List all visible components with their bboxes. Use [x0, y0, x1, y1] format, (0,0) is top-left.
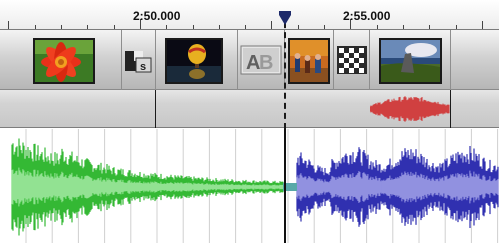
- autumn-thumbnail[interactable]: [288, 38, 330, 84]
- ruler-tick: [298, 25, 299, 29]
- transition-slide-icon[interactable]: s: [124, 48, 152, 74]
- balloon-thumbnail[interactable]: [165, 38, 223, 84]
- ruler-time-label: 2:55.000: [343, 9, 391, 23]
- transition-mosaic-icon[interactable]: [337, 46, 367, 74]
- ruler-tick: [377, 25, 378, 29]
- blue-audio-clip[interactable]: [296, 145, 499, 229]
- ruler-tick: [114, 25, 115, 29]
- ruler-tick: [193, 25, 194, 29]
- clip-separator: [369, 30, 370, 90]
- playhead-line: [284, 12, 286, 129]
- ruler-tick: [245, 25, 246, 29]
- balloon-thumbnail-icon: [167, 40, 221, 82]
- clip-separator: [450, 30, 451, 90]
- playhead-marker-icon[interactable]: [279, 11, 291, 25]
- ruler-tick: [271, 21, 272, 29]
- clip-separator: [155, 30, 156, 90]
- ruler-time-label: 2:50.000: [133, 9, 181, 23]
- transition-ab-icon[interactable]: A B: [240, 44, 282, 76]
- ruler-tick: [324, 25, 325, 29]
- transition-track[interactable]: [0, 90, 499, 128]
- landscape-thumbnail[interactable]: [379, 38, 442, 84]
- ruler-tick: [166, 25, 167, 29]
- ruler-tick: [8, 21, 9, 29]
- transition-audio-waveform[interactable]: [370, 90, 450, 128]
- autumn-thumbnail-icon: [290, 40, 328, 82]
- landscape-thumbnail-icon: [381, 40, 440, 82]
- ruler-tick: [429, 25, 430, 29]
- clip-separator: [237, 30, 238, 90]
- ruler-tick: [219, 25, 220, 29]
- ruler-tick: [403, 25, 404, 29]
- audio-track[interactable]: [0, 129, 499, 243]
- svg-text:s: s: [140, 61, 146, 73]
- flower-thumbnail[interactable]: [33, 38, 95, 84]
- clip-separator: [450, 90, 451, 128]
- clip-separator: [333, 30, 334, 90]
- timeline-ruler[interactable]: 2:50.000 2:55.000: [0, 0, 499, 30]
- ruler-tick: [482, 21, 483, 29]
- ruler-tick: [35, 25, 36, 29]
- clip-separator: [121, 30, 122, 90]
- clip-separator: [155, 90, 156, 128]
- svg-text:B: B: [259, 52, 273, 74]
- ruler-tick: [61, 25, 62, 29]
- ruler-tick: [87, 25, 88, 29]
- flower-thumbnail-icon: [35, 40, 93, 82]
- ruler-tick: [456, 25, 457, 29]
- playhead-line: [284, 129, 286, 243]
- video-track[interactable]: s A B: [0, 30, 499, 90]
